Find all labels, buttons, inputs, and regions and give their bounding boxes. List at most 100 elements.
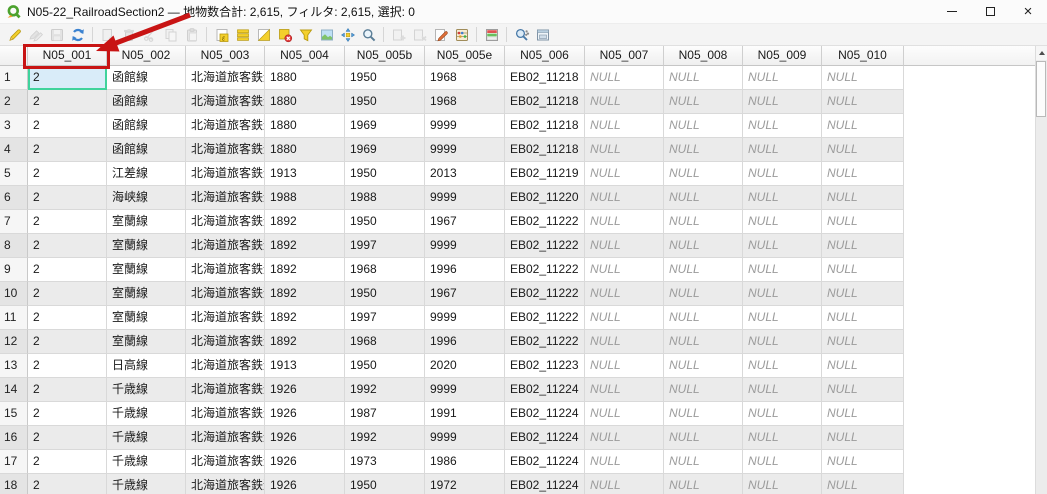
move-selection-to-top-button[interactable] [318,26,336,44]
invert-selection-button[interactable] [255,26,273,44]
table-cell[interactable]: 9999 [425,234,505,258]
table-cell[interactable]: 室蘭線 [107,210,186,234]
table-cell[interactable]: 室蘭線 [107,306,186,330]
table-cell[interactable]: NULL [743,426,822,450]
table-cell[interactable]: 1880 [265,138,345,162]
reload-table-button[interactable] [69,26,87,44]
pan-map-to-selected-button[interactable] [339,26,357,44]
table-cell[interactable]: 1991 [425,402,505,426]
table-cell[interactable]: NULL [822,186,904,210]
table-cell[interactable]: NULL [585,162,664,186]
table-cell[interactable]: 1926 [265,450,345,474]
row-number[interactable]: 17 [0,450,28,474]
table-cell[interactable]: 9999 [425,306,505,330]
table-cell[interactable]: 1997 [345,234,425,258]
table-cell[interactable]: 北海道旅客鉄道... [186,402,265,426]
table-cell[interactable]: 千歳線 [107,426,186,450]
table-cell[interactable]: 2013 [425,162,505,186]
table-cell[interactable]: NULL [664,210,743,234]
table-cell[interactable]: 2 [28,282,107,306]
table-cell[interactable]: 9999 [425,114,505,138]
table-cell[interactable]: 2 [28,138,107,162]
table-cell[interactable]: NULL [743,474,822,494]
table-cell[interactable]: 1967 [425,282,505,306]
table-cell[interactable]: 室蘭線 [107,282,186,306]
column-header-N05_004[interactable]: N05_004 [265,46,345,66]
table-cell[interactable]: 1892 [265,282,345,306]
table-cell[interactable]: 1969 [345,138,425,162]
table-cell[interactable]: 1950 [345,66,425,90]
column-header-N05_007[interactable]: N05_007 [585,46,664,66]
table-cell[interactable]: NULL [664,162,743,186]
table-cell[interactable]: 2 [28,114,107,138]
table-cell[interactable]: 2 [28,234,107,258]
conditional-formatting-button[interactable] [483,26,501,44]
table-cell[interactable]: NULL [664,474,743,494]
table-cell[interactable]: 1968 [425,66,505,90]
table-cell[interactable]: NULL [743,402,822,426]
table-cell[interactable]: 北海道旅客鉄道... [186,162,265,186]
column-header-N05_005b[interactable]: N05_005b [345,46,425,66]
table-cell[interactable]: EB02_11218 [505,90,585,114]
field-calculator-button[interactable] [453,26,471,44]
table-cell[interactable]: 2 [28,306,107,330]
table-cell[interactable]: 1892 [265,330,345,354]
table-cell[interactable]: 北海道旅客鉄道... [186,450,265,474]
table-cell[interactable]: 1996 [425,330,505,354]
selected-cell[interactable]: 2 [28,66,107,90]
table-cell[interactable]: NULL [743,186,822,210]
column-header-N05_010[interactable]: N05_010 [822,46,904,66]
table-cell[interactable]: 1880 [265,90,345,114]
table-cell[interactable]: EB02_11222 [505,282,585,306]
table-cell[interactable]: 1880 [265,66,345,90]
table-cell[interactable]: NULL [822,306,904,330]
table-cell[interactable]: NULL [585,426,664,450]
deselect-all-button[interactable] [276,26,294,44]
table-cell[interactable]: 北海道旅客鉄道... [186,330,265,354]
table-cell[interactable]: 9999 [425,426,505,450]
table-cell[interactable]: EB02_11219 [505,162,585,186]
table-cell[interactable]: NULL [585,114,664,138]
edit-field-button[interactable] [432,26,450,44]
table-cell[interactable]: NULL [822,258,904,282]
table-cell[interactable]: NULL [822,138,904,162]
table-cell[interactable]: NULL [743,234,822,258]
scrollbar-up-arrow-icon[interactable] [1036,46,1047,60]
vertical-scrollbar[interactable] [1035,46,1047,494]
table-cell[interactable]: NULL [585,138,664,162]
table-cell[interactable]: 2 [28,426,107,450]
table-cell[interactable]: 9999 [425,138,505,162]
table-cell[interactable]: NULL [743,210,822,234]
row-number[interactable]: 18 [0,474,28,494]
table-cell[interactable]: 北海道旅客鉄道... [186,426,265,450]
table-cell[interactable]: 2 [28,186,107,210]
table-cell[interactable]: 1926 [265,426,345,450]
table-cell[interactable]: NULL [743,282,822,306]
scrollbar-thumb[interactable] [1036,61,1046,117]
row-number[interactable]: 11 [0,306,28,330]
table-cell[interactable]: 1913 [265,162,345,186]
table-cell[interactable]: NULL [743,378,822,402]
table-cell[interactable]: 千歳線 [107,474,186,494]
table-cell[interactable]: EB02_11222 [505,210,585,234]
table-cell[interactable]: NULL [664,114,743,138]
minimize-button[interactable] [933,0,971,24]
row-number[interactable]: 7 [0,210,28,234]
table-cell[interactable]: NULL [743,114,822,138]
row-number[interactable]: 8 [0,234,28,258]
table-cell[interactable]: EB02_11224 [505,402,585,426]
table-cell[interactable]: NULL [585,258,664,282]
row-number[interactable]: 13 [0,354,28,378]
table-cell[interactable]: 1992 [345,426,425,450]
table-cell[interactable]: NULL [822,426,904,450]
table-cell[interactable]: NULL [664,330,743,354]
table-cell[interactable]: NULL [822,66,904,90]
table-cell[interactable]: 1926 [265,378,345,402]
table-cell[interactable]: NULL [743,354,822,378]
table-cell[interactable]: 千歳線 [107,450,186,474]
table-cell[interactable]: 江差線 [107,162,186,186]
row-number[interactable]: 16 [0,426,28,450]
table-cell[interactable]: NULL [585,282,664,306]
table-cell[interactable]: 1892 [265,210,345,234]
table-cell[interactable]: 1950 [345,354,425,378]
